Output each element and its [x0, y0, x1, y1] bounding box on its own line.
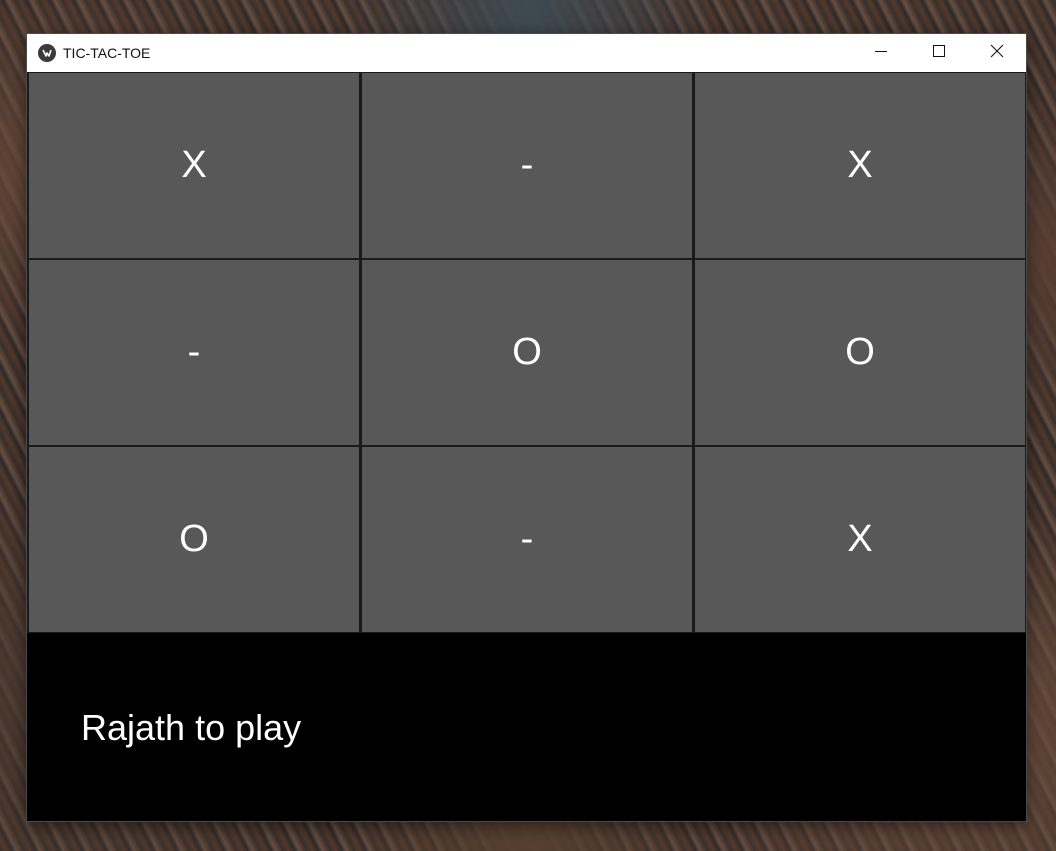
app-window: TIC-TAC-TOE X - X - O O O - X Rajath to …: [27, 34, 1026, 821]
title-bar[interactable]: TIC-TAC-TOE: [27, 34, 1026, 72]
close-button[interactable]: [968, 34, 1026, 72]
board-cell-r3c1[interactable]: O: [29, 447, 359, 632]
minimize-button[interactable]: [852, 34, 910, 72]
maximize-button[interactable]: [910, 34, 968, 72]
board-cell-r3c3[interactable]: X: [695, 447, 1025, 632]
status-panel: Rajath to play: [27, 633, 1026, 821]
turn-status-label: Rajath to play: [81, 707, 302, 748]
game-board: X - X - O O O - X: [27, 72, 1026, 633]
window-controls: [852, 34, 1026, 72]
board-cell-r1c3[interactable]: X: [695, 73, 1025, 258]
board-cell-r2c3[interactable]: O: [695, 260, 1025, 445]
board-cell-r2c2[interactable]: O: [362, 260, 692, 445]
board-cell-r1c1[interactable]: X: [29, 73, 359, 258]
board-cell-r1c2[interactable]: -: [362, 73, 692, 258]
kivy-app-icon: [38, 44, 56, 62]
board-cell-r2c1[interactable]: -: [29, 260, 359, 445]
maximize-icon: [933, 44, 945, 62]
window-title: TIC-TAC-TOE: [63, 45, 151, 61]
board-cell-r3c2[interactable]: -: [362, 447, 692, 632]
minimize-icon: [875, 44, 887, 62]
close-icon: [990, 44, 1004, 63]
